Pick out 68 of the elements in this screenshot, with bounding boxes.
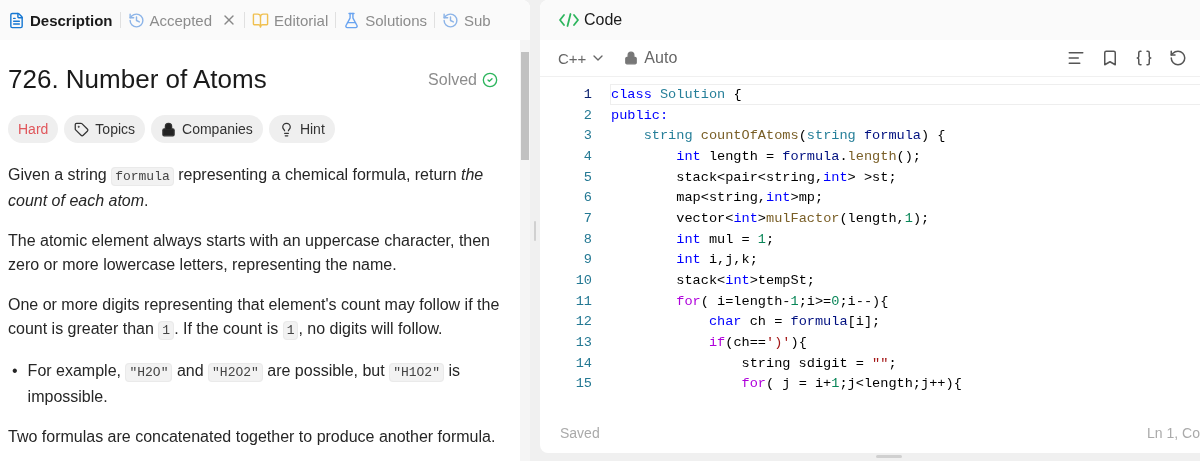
line-number: 15 [574,376,592,392]
tab[interactable]: Sub [436,7,497,33]
description-paragraph: The atomic element always starts with an uppercase character, then zero or more lowercase letters, representing the name. [8,231,491,275]
bookmark-icon [1101,49,1119,67]
line-number: 10 [574,273,592,289]
language-dropdown[interactable]: C++ [556,47,609,69]
line-number: 5 [582,169,592,185]
document-icon [8,11,25,29]
mode-button[interactable]: Auto [622,47,680,69]
tag-button[interactable]: Topics [64,115,146,143]
code-line: for( i=length-1;i>=0;i--){ [675,292,890,311]
description-paragraph: One or more digits representing that element's count may follow if the count is greater than 1 . If the count is 1 , no digits will follow. [8,295,500,342]
difficulty-badge[interactable]: Hard [8,115,59,143]
history-icon [442,11,459,29]
bullet-item: For example, "H2O" and "H2O2" are possible, but "H1O2" is impossible. [27,361,461,407]
flask-icon [343,11,361,29]
cursor-position: Ln 1, Co [1147,425,1200,441]
save-status: Saved [560,425,600,441]
tag-button[interactable]: Companies [151,115,263,143]
code-line: stack<int>tempSt; [675,272,816,291]
panel-title: Code [584,11,623,29]
code-line: vector<int>mulFactor(length,1); [675,209,931,228]
check-circle-icon [482,71,498,88]
undo-icon [1169,49,1187,67]
align-left-icon [1067,49,1085,67]
code-line: class Solution { [610,83,1200,105]
code-line: int mul = 1; [675,230,776,249]
solved-status: Solved [428,70,477,89]
line-number: 8 [582,231,592,247]
line-number: 14 [574,355,592,371]
description-paragraph: Given a string formula representing a chemical formula, return the count of each atom. [8,165,485,211]
code-line: int length = formula.length(); [675,147,923,166]
code-line: for( j = i+1;j<length;j++){ [740,375,963,394]
bullet-marker: • [12,361,18,381]
line-number: 1 [582,86,592,102]
line-number: 13 [574,335,592,351]
code-line: int i,j,k; [675,251,759,270]
line-number: 11 [574,293,592,309]
line-number: 6 [582,190,592,206]
braces-icon [1135,49,1153,67]
code-line: char ch = formula[i]; [707,313,882,332]
resize-handle[interactable] [876,455,902,458]
code-line: string sdigit = ""; [740,354,898,373]
line-number: 12 [574,314,592,330]
code-line: if(ch==')'){ [707,334,808,353]
line-number: 2 [582,107,592,123]
book-icon [252,11,270,29]
line-number: 7 [582,210,592,226]
tab[interactable]: Solutions [337,7,433,33]
lock-icon [161,121,177,137]
history-icon [127,11,145,29]
tab[interactable]: Accepted [121,7,244,33]
code-line: public: [610,106,670,125]
tag-button[interactable]: Hint [268,115,335,143]
code-icon [558,11,580,29]
tab[interactable]: Description [2,7,119,33]
tab[interactable]: Editorial [246,7,335,33]
lock-icon [624,51,639,65]
line-number: 9 [582,252,592,268]
code-line: map<string,int>mp; [675,189,825,208]
line-number: 4 [582,148,592,164]
description-paragraph: Two formulas are concatenated together to produce another formula. [8,427,497,447]
line-number: 3 [582,128,592,144]
code-line: stack<pair<string,int> >st; [675,168,898,187]
problem-title: 726. Number of Atoms [8,64,267,95]
tag-icon [74,121,90,137]
scrollbar[interactable] [520,40,530,461]
code-line: string countOfAtoms(string formula) { [642,127,947,146]
